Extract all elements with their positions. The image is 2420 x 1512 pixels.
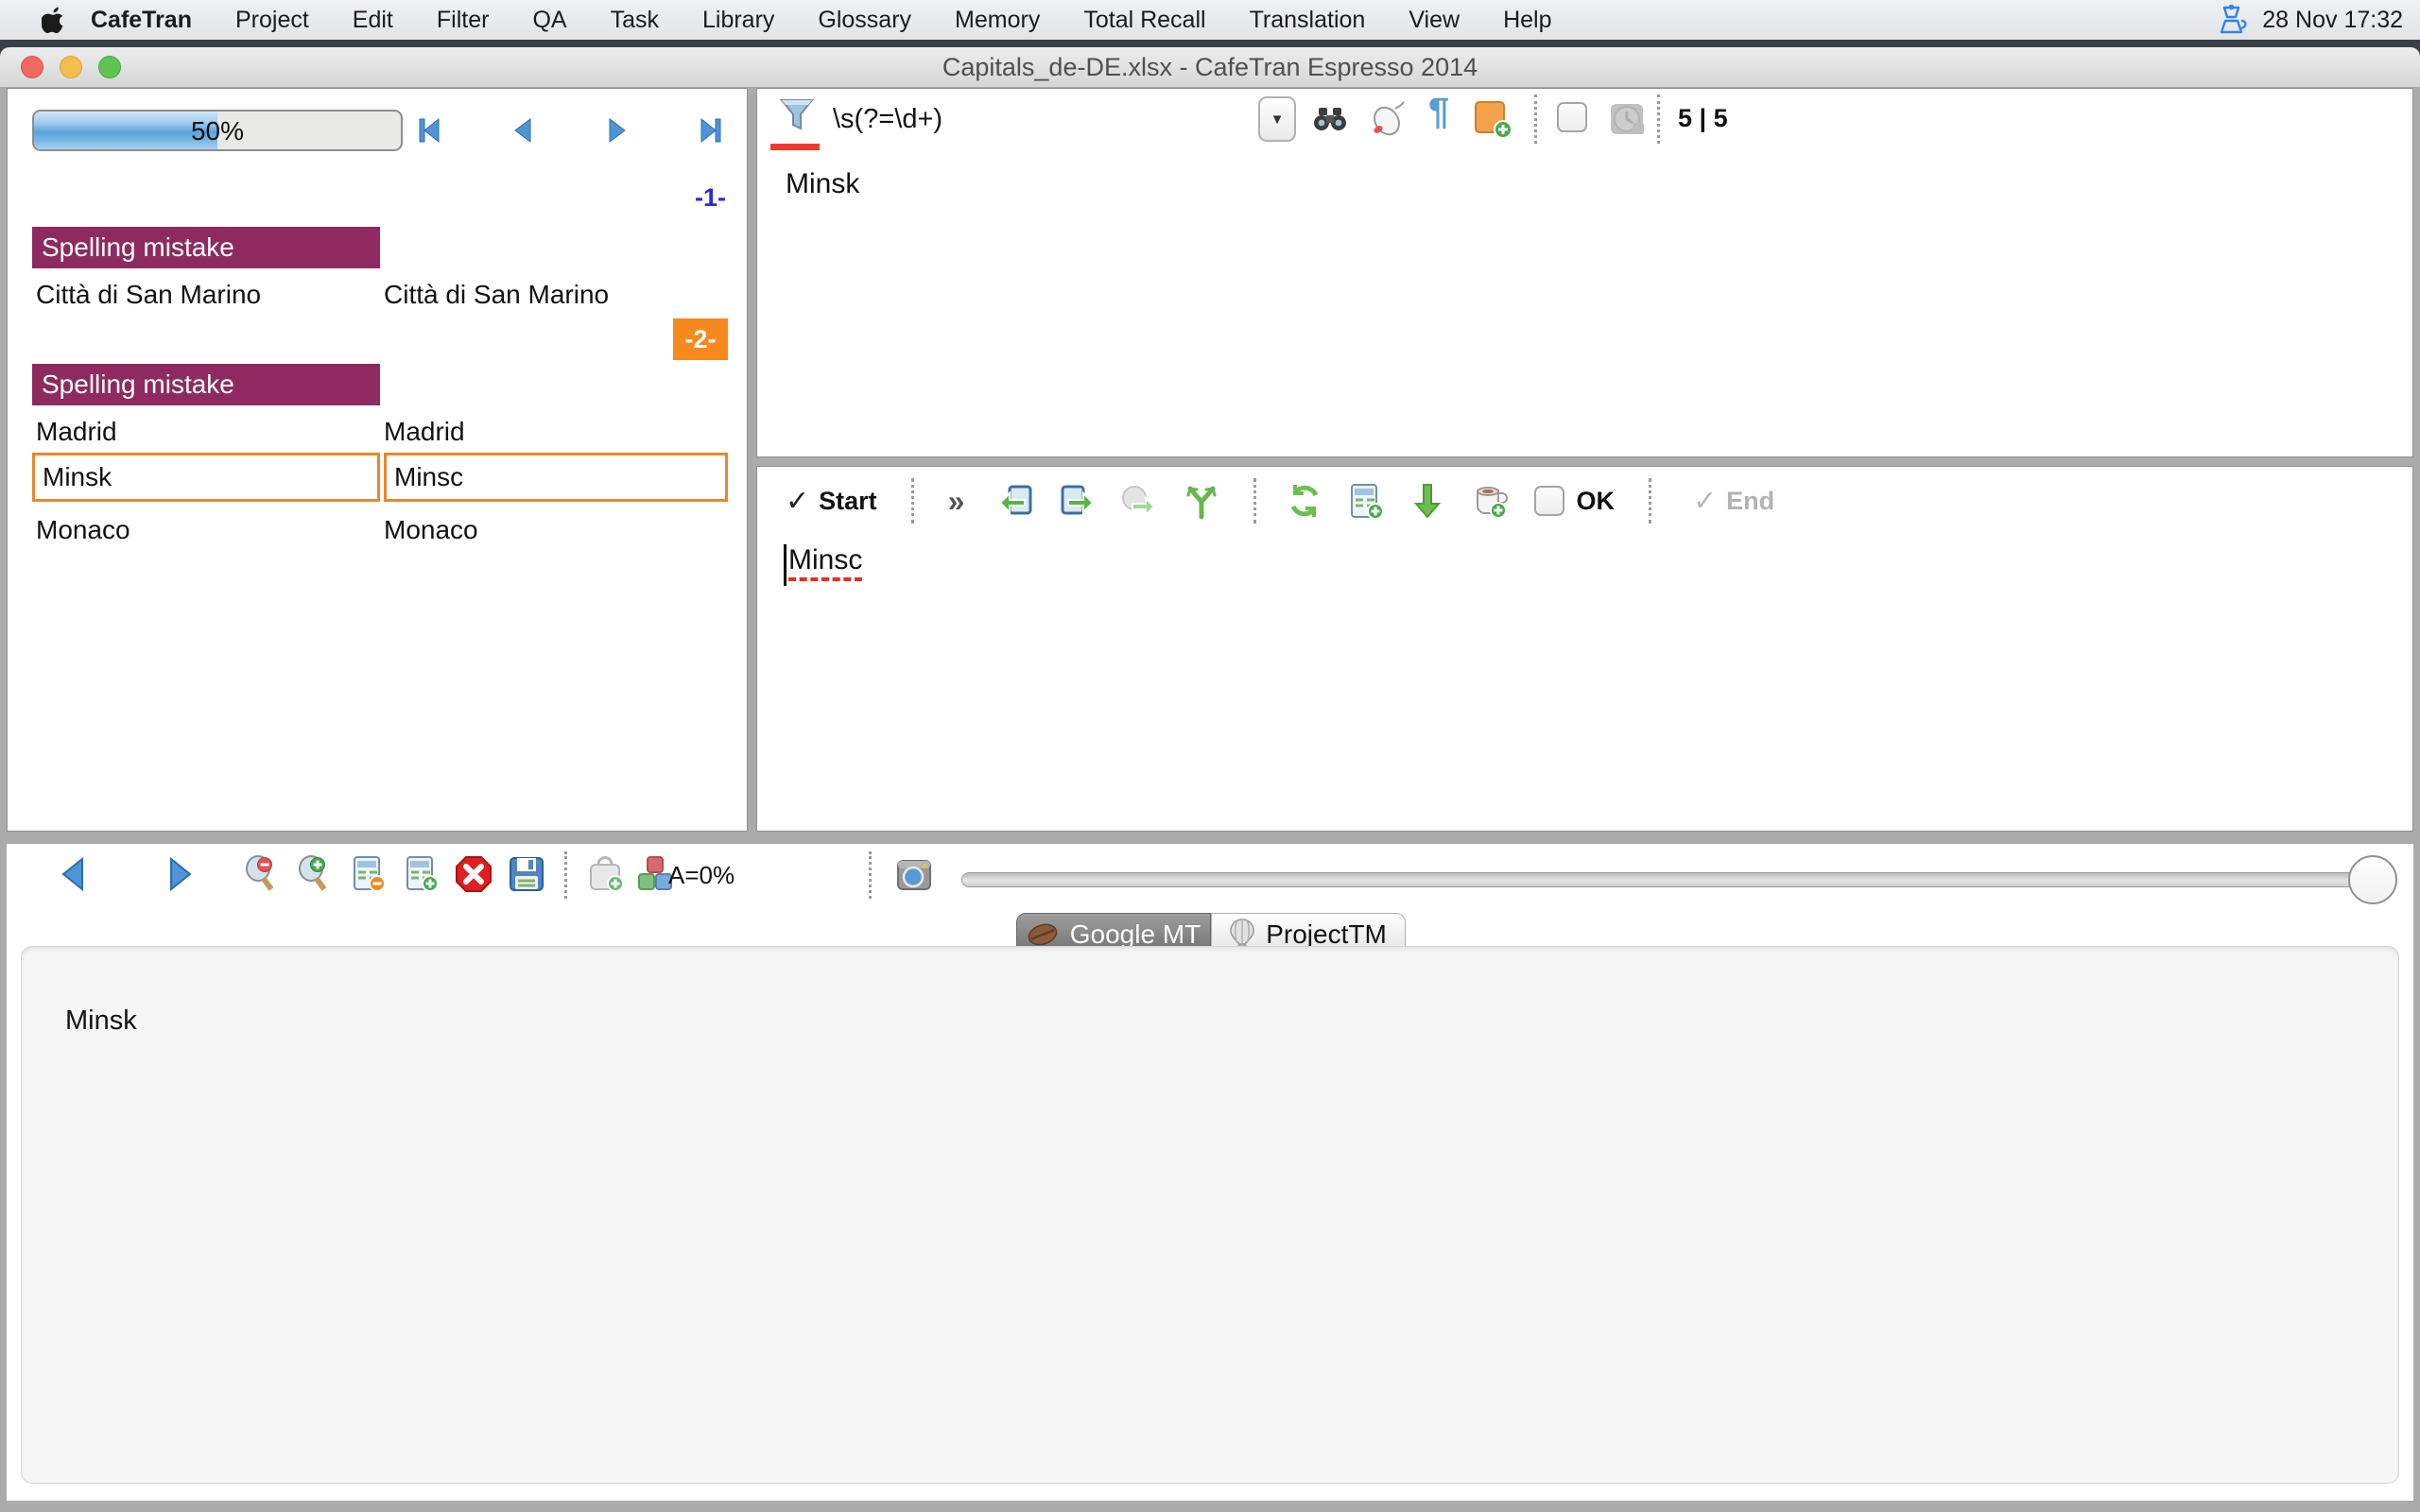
menu-view[interactable]: View bbox=[1409, 7, 1460, 34]
transfer-next-icon[interactable] bbox=[1057, 481, 1097, 521]
toolbar-separator bbox=[911, 478, 914, 524]
filter-funnel-icon[interactable] bbox=[778, 96, 816, 134]
target-segment-text[interactable]: Minsc bbox=[788, 544, 862, 581]
apple-menu-icon[interactable] bbox=[42, 6, 66, 34]
next-segment-button[interactable] bbox=[602, 115, 632, 146]
coffee-bean-icon bbox=[1027, 922, 1059, 947]
last-segment-button[interactable] bbox=[696, 115, 726, 146]
target-toolbar: ✓ Start » bbox=[786, 474, 1774, 527]
qa-issue-header[interactable]: Spelling mistake bbox=[32, 227, 380, 268]
qa-cell-source[interactable]: Monaco bbox=[36, 511, 130, 549]
progress-label: 50% bbox=[34, 116, 401, 146]
toolbar-separator bbox=[1657, 94, 1660, 144]
menu-clock[interactable]: 28 Nov 17:32 bbox=[2262, 7, 2403, 34]
camera-icon[interactable] bbox=[893, 853, 935, 895]
remove-memory-icon[interactable] bbox=[347, 853, 389, 895]
add-to-memory-icon[interactable] bbox=[1345, 481, 1385, 521]
first-segment-button[interactable] bbox=[414, 115, 444, 146]
menu-task[interactable]: Task bbox=[611, 7, 659, 34]
menu-qa[interactable]: QA bbox=[532, 7, 566, 34]
qa-selected-cell-source[interactable]: Minsk bbox=[32, 453, 380, 502]
menu-cafetran[interactable]: CafeTran bbox=[91, 7, 192, 34]
auto-transfer-disabled-icon bbox=[1117, 481, 1157, 521]
filter-active-underline bbox=[770, 144, 820, 150]
context-slider[interactable] bbox=[961, 872, 2383, 887]
slider-knob[interactable] bbox=[2348, 855, 2397, 904]
source-segment-text[interactable]: Minsk bbox=[786, 168, 859, 200]
mouse-icon[interactable] bbox=[1368, 96, 1411, 140]
segment-1-label: -1- bbox=[613, 183, 726, 213]
source-panel: \s(?=\d+) ▼ ¶ 5 | 5 Minsk bbox=[756, 88, 2413, 457]
segment-counter: 5 | 5 bbox=[1678, 104, 1728, 133]
split-segment-icon[interactable] bbox=[1182, 481, 1221, 521]
menu-help[interactable]: Help bbox=[1503, 7, 1551, 34]
alarm-clock-disabled-icon bbox=[1606, 98, 1648, 140]
qa-selected-cell-target[interactable]: Minsc bbox=[384, 453, 728, 502]
menu-edit[interactable]: Edit bbox=[353, 7, 393, 34]
qa-cell-target[interactable]: Madrid bbox=[384, 413, 465, 451]
qa-cell-target[interactable]: Città di San Marino bbox=[384, 276, 609, 314]
qa-cell-source[interactable]: Città di San Marino bbox=[36, 276, 261, 314]
target-editor[interactable]: Minsc bbox=[784, 544, 862, 586]
add-memory-icon[interactable] bbox=[400, 853, 441, 895]
transfer-previous-icon[interactable] bbox=[996, 481, 1036, 521]
desktop-gap bbox=[0, 40, 2420, 47]
history-back-button[interactable] bbox=[52, 853, 94, 895]
insert-below-icon[interactable] bbox=[1408, 481, 1447, 521]
segment-2-label: -2- bbox=[673, 318, 728, 360]
find-binoculars-icon[interactable] bbox=[1311, 100, 1349, 138]
progress-bar: 50% bbox=[32, 110, 403, 151]
new-note-icon[interactable] bbox=[1472, 98, 1513, 140]
mt-result-text[interactable]: Minsk bbox=[65, 1005, 137, 1037]
pilcrow-icon[interactable]: ¶ bbox=[1428, 91, 1449, 133]
toolbar-separator bbox=[1649, 478, 1651, 524]
filter-dropdown-button[interactable]: ▼ bbox=[1258, 96, 1296, 142]
start-button[interactable]: Start bbox=[819, 487, 877, 516]
add-term-cup-icon[interactable] bbox=[1470, 481, 1510, 521]
window-title: Capitals_de-DE.xlsx - CafeTran Espresso … bbox=[0, 53, 2420, 82]
end-check-icon: ✓ bbox=[1693, 485, 1717, 518]
menu-total-recall[interactable]: Total Recall bbox=[1083, 7, 1205, 34]
qa-cell-target[interactable]: Monaco bbox=[384, 511, 478, 549]
toolbar-separator bbox=[1253, 478, 1256, 524]
source-toolbar-checkbox[interactable] bbox=[1557, 102, 1587, 132]
ok-checkbox[interactable] bbox=[1534, 486, 1564, 516]
text-caret bbox=[784, 544, 786, 586]
menu-memory[interactable]: Memory bbox=[955, 7, 1040, 34]
save-icon[interactable] bbox=[506, 853, 547, 895]
menu-glossary[interactable]: Glossary bbox=[818, 7, 911, 34]
menu-project[interactable]: Project bbox=[235, 7, 309, 34]
previous-segment-button[interactable] bbox=[508, 115, 538, 146]
toolbar-separator bbox=[564, 851, 567, 899]
bottom-region: A=0% Google MT ProjectTM bbox=[7, 844, 2413, 1501]
menu-filter[interactable]: Filter bbox=[437, 7, 490, 34]
filter-regex-input[interactable]: \s(?=\d+) bbox=[833, 104, 942, 135]
more-actions-button[interactable]: » bbox=[948, 484, 965, 519]
toolbar-separator bbox=[869, 851, 872, 899]
delete-icon[interactable] bbox=[453, 853, 494, 895]
screen: CafeTran Project Edit Filter QA Task Lib… bbox=[0, 0, 2420, 1512]
target-panel: ✓ Start » bbox=[756, 466, 2413, 832]
segment-nav-buttons bbox=[414, 112, 726, 149]
menu-library[interactable]: Library bbox=[702, 7, 774, 34]
zoom-in-icon[interactable] bbox=[294, 853, 336, 895]
menu-bar: CafeTran Project Edit Filter QA Task Lib… bbox=[0, 0, 2420, 40]
content-frame: 50% -1- Spelling mistake Città di San Ma… bbox=[0, 88, 2420, 1512]
toolbar-separator bbox=[1534, 94, 1537, 144]
menu-translation[interactable]: Translation bbox=[1250, 7, 1366, 34]
mt-result-panel: Minsk bbox=[21, 946, 2399, 1484]
title-bar[interactable]: Capitals_de-DE.xlsx - CafeTran Espresso … bbox=[0, 47, 2420, 88]
start-check-icon[interactable]: ✓ bbox=[786, 485, 809, 518]
qa-cell-source[interactable]: Madrid bbox=[36, 413, 117, 451]
qa-grid-panel: 50% -1- Spelling mistake Città di San Ma… bbox=[7, 88, 748, 832]
cafetran-statusbar-icon[interactable] bbox=[2217, 5, 2249, 35]
ok-label: OK bbox=[1576, 487, 1615, 516]
package-add-icon[interactable] bbox=[585, 853, 627, 895]
zoom-out-icon[interactable] bbox=[241, 853, 283, 895]
auto-assembling-label: A=0% bbox=[668, 861, 735, 890]
qa-issue-header[interactable]: Spelling mistake bbox=[32, 364, 380, 405]
end-button[interactable]: End bbox=[1726, 487, 1774, 516]
refresh-translation-icon[interactable] bbox=[1285, 481, 1324, 521]
history-forward-button[interactable] bbox=[160, 853, 201, 895]
